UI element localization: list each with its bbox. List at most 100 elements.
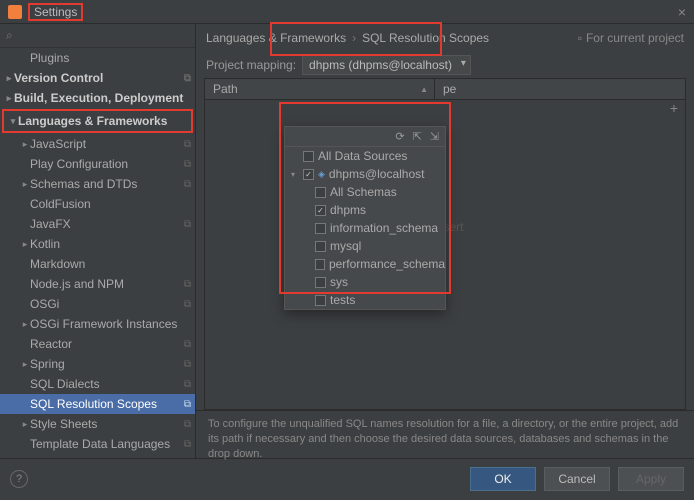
sidebar-item-label: Kotlin: [30, 237, 191, 251]
sidebar-item-sql-resolution-scopes[interactable]: SQL Resolution Scopes⧉: [0, 394, 195, 414]
description-text: To configure the unqualified SQL names r…: [196, 410, 694, 458]
cancel-button[interactable]: Cancel: [544, 467, 610, 491]
sidebar-item-languages-frameworks[interactable]: ▾Languages & Frameworks: [4, 111, 191, 131]
scope-option-performance-schema[interactable]: performance_schema: [285, 255, 445, 273]
sidebar-item-label: TypeScript: [30, 457, 182, 458]
copy-icon: ⧉: [184, 359, 191, 370]
chevron-icon: ▾: [8, 116, 18, 127]
copy-icon: ⧉: [184, 439, 191, 450]
sidebar-item-label: SQL Dialects: [30, 377, 182, 391]
scope-option-sys[interactable]: sys: [285, 273, 445, 291]
project-mapping-select[interactable]: dhpms (dhpms@localhost): [302, 55, 471, 75]
app-icon: [8, 5, 22, 19]
collapse-icon[interactable]: ⇲: [430, 130, 439, 143]
sidebar-item-label: JavaFX: [30, 217, 182, 231]
sidebar-item-sql-dialects[interactable]: SQL Dialects⧉: [0, 374, 195, 394]
crumb-root[interactable]: Languages & Frameworks: [206, 31, 346, 45]
chevron-icon: ▸: [20, 179, 30, 190]
sidebar-item-label: Languages & Frameworks: [18, 114, 187, 128]
breadcrumb: Languages & Frameworks › SQL Resolution …: [196, 24, 694, 52]
sidebar-item-osgi[interactable]: OSGi⧉: [0, 294, 195, 314]
close-icon[interactable]: ×: [678, 4, 686, 20]
table-header: Path▲ pe: [204, 78, 686, 100]
chevron-icon: ▸: [20, 239, 30, 250]
checkbox[interactable]: [315, 295, 326, 306]
table-body: + +Insert ⟳ ⇱ ⇲ All Data Sources▾◈dhpms@…: [204, 100, 686, 410]
sidebar-item-javafx[interactable]: JavaFX⧉: [0, 214, 195, 234]
sidebar-item-markdown[interactable]: Markdown: [0, 254, 195, 274]
checkbox[interactable]: [303, 151, 314, 162]
chevron-icon: ▸: [20, 419, 30, 430]
sidebar-item-node-js-and-npm[interactable]: Node.js and NPM⧉: [0, 274, 195, 294]
copy-icon: ⧉: [184, 179, 191, 190]
checkbox[interactable]: [315, 241, 326, 252]
checkbox[interactable]: [315, 277, 326, 288]
option-label: All Data Sources: [318, 149, 407, 163]
sidebar-item-typescript[interactable]: ▸TypeScript⧉: [0, 454, 195, 458]
sort-asc-icon: ▲: [420, 85, 428, 94]
scope-option-mysql[interactable]: mysql: [285, 237, 445, 255]
sidebar-item-kotlin[interactable]: ▸Kotlin: [0, 234, 195, 254]
sidebar-item-javascript[interactable]: ▸JavaScript⧉: [0, 134, 195, 154]
sidebar-item-label: Reactor: [30, 337, 182, 351]
sidebar-item-plugins[interactable]: Plugins: [0, 48, 195, 68]
search-box[interactable]: ⌕: [0, 24, 195, 48]
scope-option-tests[interactable]: tests: [285, 291, 445, 309]
sidebar-item-schemas-and-dtds[interactable]: ▸Schemas and DTDs⧉: [0, 174, 195, 194]
sidebar-item-label: Markdown: [30, 257, 191, 271]
sidebar-item-play-configuration[interactable]: Play Configuration⧉: [0, 154, 195, 174]
sidebar-item-label: OSGi: [30, 297, 182, 311]
sidebar-item-label: Template Data Languages: [30, 437, 182, 451]
scope-option-dhpms-localhost[interactable]: ▾◈dhpms@localhost: [285, 165, 445, 183]
database-icon: ◈: [318, 169, 325, 180]
window-title: Settings: [28, 3, 83, 21]
copy-icon: ⧉: [184, 379, 191, 390]
copy-icon: ⧉: [184, 73, 191, 84]
sidebar-item-label: Version Control: [14, 71, 182, 85]
button-bar: ? OK Cancel Apply: [0, 458, 694, 498]
sidebar-item-version-control[interactable]: ▸Version Control⧉: [0, 68, 195, 88]
sidebar-item-label: OSGi Framework Instances: [30, 317, 191, 331]
sidebar-item-label: Schemas and DTDs: [30, 177, 182, 191]
column-path[interactable]: Path▲: [205, 79, 435, 99]
copy-icon: ⧉: [184, 299, 191, 310]
apply-button[interactable]: Apply: [618, 467, 684, 491]
refresh-icon[interactable]: ⟳: [395, 130, 404, 143]
option-label: tests: [330, 293, 355, 307]
sidebar-item-style-sheets[interactable]: ▸Style Sheets⧉: [0, 414, 195, 434]
copy-icon: ⧉: [184, 339, 191, 350]
option-label: All Schemas: [330, 185, 397, 199]
chevron-icon: ▸: [20, 319, 30, 330]
scope-option-all-data-sources[interactable]: All Data Sources: [285, 147, 445, 165]
help-icon[interactable]: ?: [10, 470, 28, 488]
option-label: mysql: [330, 239, 361, 253]
content-pane: Languages & Frameworks › SQL Resolution …: [196, 24, 694, 458]
sidebar-item-label: SQL Resolution Scopes: [30, 397, 182, 411]
scope-option-dhpms[interactable]: dhpms: [285, 201, 445, 219]
checkbox[interactable]: [315, 259, 325, 270]
checkbox[interactable]: [315, 205, 326, 216]
scope-option-all-schemas[interactable]: All Schemas: [285, 183, 445, 201]
column-scope[interactable]: pe: [435, 79, 464, 99]
sidebar-item-label: Spring: [30, 357, 182, 371]
expand-icon[interactable]: ⇱: [413, 130, 422, 143]
scope-option-information-schema[interactable]: information_schema: [285, 219, 445, 237]
ok-button[interactable]: OK: [470, 467, 536, 491]
sidebar-item-build-execution-deployment[interactable]: ▸Build, Execution, Deployment: [0, 88, 195, 108]
sidebar-item-label: Node.js and NPM: [30, 277, 182, 291]
scope-dropdown: ⟳ ⇱ ⇲ All Data Sources ▾◈dhpms@localhost A…: [284, 126, 446, 310]
sidebar-item-reactor[interactable]: Reactor⧉: [0, 334, 195, 354]
chevron-icon: ▸: [20, 359, 30, 370]
for-project-label: ▫ For current project: [578, 31, 684, 45]
checkbox[interactable]: [303, 169, 314, 180]
copy-icon: ⧉: [184, 399, 191, 410]
add-button[interactable]: +: [665, 100, 683, 118]
sidebar-item-spring[interactable]: ▸Spring⧉: [0, 354, 195, 374]
sidebar-item-osgi-framework-instances[interactable]: ▸OSGi Framework Instances: [0, 314, 195, 334]
checkbox[interactable]: [315, 187, 326, 198]
sidebar-item-label: Plugins: [30, 51, 191, 65]
sidebar-item-coldfusion[interactable]: ColdFusion: [0, 194, 195, 214]
sidebar-item-template-data-languages[interactable]: Template Data Languages⧉: [0, 434, 195, 454]
settings-tree: Plugins▸Version Control⧉▸Build, Executio…: [0, 48, 195, 458]
checkbox[interactable]: [315, 223, 326, 234]
